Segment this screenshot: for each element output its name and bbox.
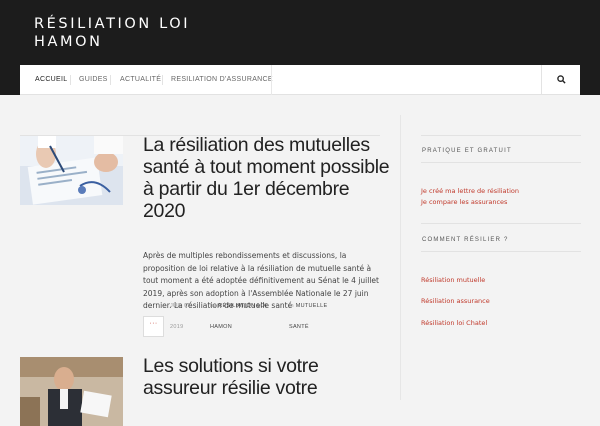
read-more-button[interactable]: ··· [143, 316, 164, 337]
divider [421, 223, 581, 224]
post-thumbnail[interactable] [20, 357, 123, 426]
nav-separator [110, 75, 111, 85]
medical-photo [20, 136, 123, 205]
search-button[interactable] [541, 65, 580, 95]
sidebar-link-compare-assurances[interactable]: Je compare les assurances [421, 197, 507, 208]
post-date-text: JUIL 05, 2019 [170, 303, 193, 330]
nav-item-resiliation-assurance[interactable]: RESILIATION D'ASSURANCE [171, 65, 273, 95]
post-date: JUIL 05, 2019 [170, 296, 200, 338]
nav-item-actualite[interactable]: ACTUALITÉ [120, 65, 161, 95]
search-icon [557, 75, 566, 84]
post-list: La résiliation des mutuelles santé à tou… [0, 115, 400, 426]
in-prefix: in [289, 303, 294, 309]
sidebar-link-lettre-resiliation[interactable]: Je créé ma lettre de résiliation [421, 186, 519, 197]
more-dots: ··· [149, 320, 158, 327]
business-photo [20, 357, 123, 426]
post-author: by RÉSILIATION LOI HAMON [210, 296, 270, 338]
nav-separator [70, 75, 71, 85]
nav-item-accueil[interactable]: ACCUEIL [35, 65, 67, 95]
site-header: RÉSILIATION LOI HAMON ACCUEIL GUIDES ACT… [0, 0, 600, 95]
divider [421, 162, 581, 163]
nav-separator [271, 65, 272, 95]
widget-heading: COMMENT RÉSILIER ? [422, 237, 509, 243]
post-thumbnail[interactable] [20, 136, 123, 205]
nav-item-guides[interactable]: GUIDES [79, 65, 108, 95]
sidebar-link-resiliation-mutuelle[interactable]: Résiliation mutuelle [421, 275, 485, 286]
nav-separator [162, 75, 163, 85]
divider [421, 251, 581, 252]
divider [421, 135, 581, 136]
widget-heading: PRATIQUE ET GRATUIT [422, 148, 512, 154]
sidebar-link-resiliation-assurance[interactable]: Résiliation assurance [421, 296, 490, 307]
post-title[interactable]: La résiliation des mutuelles santé à tou… [143, 134, 393, 222]
post-title[interactable]: Les solutions si votre assureur résilie … [143, 355, 393, 399]
page-content: La résiliation des mutuelles santé à tou… [0, 95, 600, 426]
post-author-link[interactable]: RÉSILIATION LOI HAMON [210, 303, 267, 330]
post-category: in MUTUELLE SANTÉ [289, 296, 329, 338]
main-nav: ACCUEIL GUIDES ACTUALITÉ RESILIATION D'A… [20, 65, 580, 95]
by-prefix: by [210, 303, 217, 309]
site-title[interactable]: RÉSILIATION LOI HAMON [34, 15, 254, 51]
sidebar: PRATIQUE ET GRATUIT Je créé ma lettre de… [400, 115, 600, 400]
post-category-link[interactable]: MUTUELLE SANTÉ [289, 303, 327, 330]
sidebar-link-resiliation-chatel[interactable]: Résiliation loi Chatel [421, 318, 487, 329]
